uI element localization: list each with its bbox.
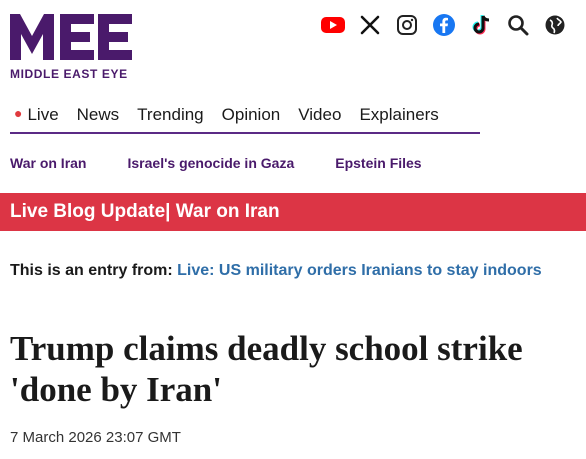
nav-item-opinion[interactable]: Opinion	[213, 105, 290, 131]
site-header: MIDDLE EAST EYE	[0, 0, 586, 92]
globe-icon[interactable]	[542, 12, 568, 38]
nav-item-label: Live	[27, 105, 59, 124]
article-headline: Trump claims deadly school strike 'done …	[10, 329, 523, 409]
entry-prefix: This is an entry from:	[10, 262, 178, 279]
logo-text: MIDDLE EAST EYE	[10, 67, 128, 81]
live-dot-icon: ●	[14, 105, 23, 121]
nav-item-explainers[interactable]: Explainers	[350, 105, 447, 131]
mee-logo-mark	[10, 14, 132, 60]
article-date: 7 March 2026 23:07 GMT	[10, 429, 181, 446]
instagram-icon[interactable]	[394, 12, 420, 38]
main-nav: ● Live News Trending Opinion Video Explai…	[10, 104, 480, 134]
topic-epstein-files[interactable]: Epstein Files	[335, 155, 421, 171]
banner-text: Live Blog Update| War on Iran	[10, 201, 280, 222]
x-icon[interactable]	[357, 12, 383, 38]
search-icon[interactable]	[505, 12, 531, 38]
topic-gaza[interactable]: Israel's genocide in Gaza	[128, 155, 295, 171]
social-icons	[320, 12, 568, 38]
tiktok-icon[interactable]	[468, 12, 494, 38]
nav-item-news[interactable]: News	[68, 105, 129, 131]
live-blog-banner: Live Blog Update| War on Iran	[0, 193, 586, 231]
nav-item-video[interactable]: Video	[289, 105, 350, 131]
site-logo[interactable]: MIDDLE EAST EYE	[10, 10, 134, 82]
nav-item-live[interactable]: ● Live	[10, 105, 68, 131]
entry-link[interactable]: Live: US military orders Iranians to sta…	[177, 262, 542, 279]
facebook-icon[interactable]	[431, 12, 457, 38]
topic-war-on-iran[interactable]: War on Iran	[10, 155, 87, 171]
topic-nav: War on Iran Israel's genocide in Gaza Ep…	[10, 155, 422, 171]
entry-source: This is an entry from: Live: US military…	[10, 258, 570, 283]
nav-item-trending[interactable]: Trending	[128, 105, 212, 131]
youtube-icon[interactable]	[320, 12, 346, 38]
